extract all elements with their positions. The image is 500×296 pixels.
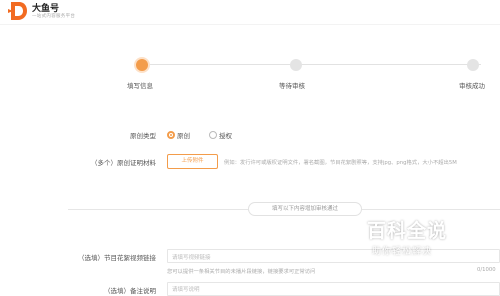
step-dot-fill-info: [136, 59, 148, 71]
remark-input[interactable]: [167, 282, 500, 296]
dayu-logo-icon[interactable]: [8, 0, 28, 22]
original-type-label: 原创类型: [130, 132, 156, 140]
trailer-link-input[interactable]: [167, 249, 500, 263]
step-dot-review-success: [467, 59, 479, 71]
radio-authorized[interactable]: [209, 131, 217, 139]
brand-slogan: 一站式内容服务平台: [32, 14, 76, 19]
trailer-link-placeholder: 请填写视频链接: [172, 255, 211, 261]
radio-original-label[interactable]: 原创: [177, 130, 190, 140]
divider-left: [68, 209, 248, 210]
progress-track: [141, 64, 481, 65]
watermark-title: 百科全说: [367, 220, 448, 242]
step-label-review-success: 审核成功: [459, 82, 485, 90]
radio-authorized-label[interactable]: 授权: [219, 130, 232, 140]
step-label-fill-info: 填写信息: [127, 82, 153, 90]
upload-attachment-button[interactable]: 上传附件: [167, 154, 218, 169]
step-dot-pending-review: [290, 59, 302, 71]
trailer-link-label: （选填）节目花絮视频链接: [78, 254, 156, 262]
divider-right: [362, 209, 500, 210]
step-label-pending-review: 等待审核: [279, 82, 305, 90]
remark-label: （选填）备注说明: [104, 287, 156, 295]
radio-original[interactable]: [167, 131, 175, 139]
trailer-link-hint: 您可以提供一条相关节目的未播片段链接，链接要求可正常访问: [167, 269, 316, 275]
optional-section-divider: 填写以下内容增加审核通过: [248, 202, 362, 216]
proof-materials-label: （多个）原创证明材料: [91, 159, 156, 167]
watermark-subtitle: 助你轻松解决: [372, 247, 433, 257]
proof-hint: 例如：发行许可或版权证明文件，署名截图，节目花絮剧照等，支持jpg、png格式，…: [224, 160, 457, 166]
trailer-link-counter: 0/1000: [477, 267, 496, 273]
